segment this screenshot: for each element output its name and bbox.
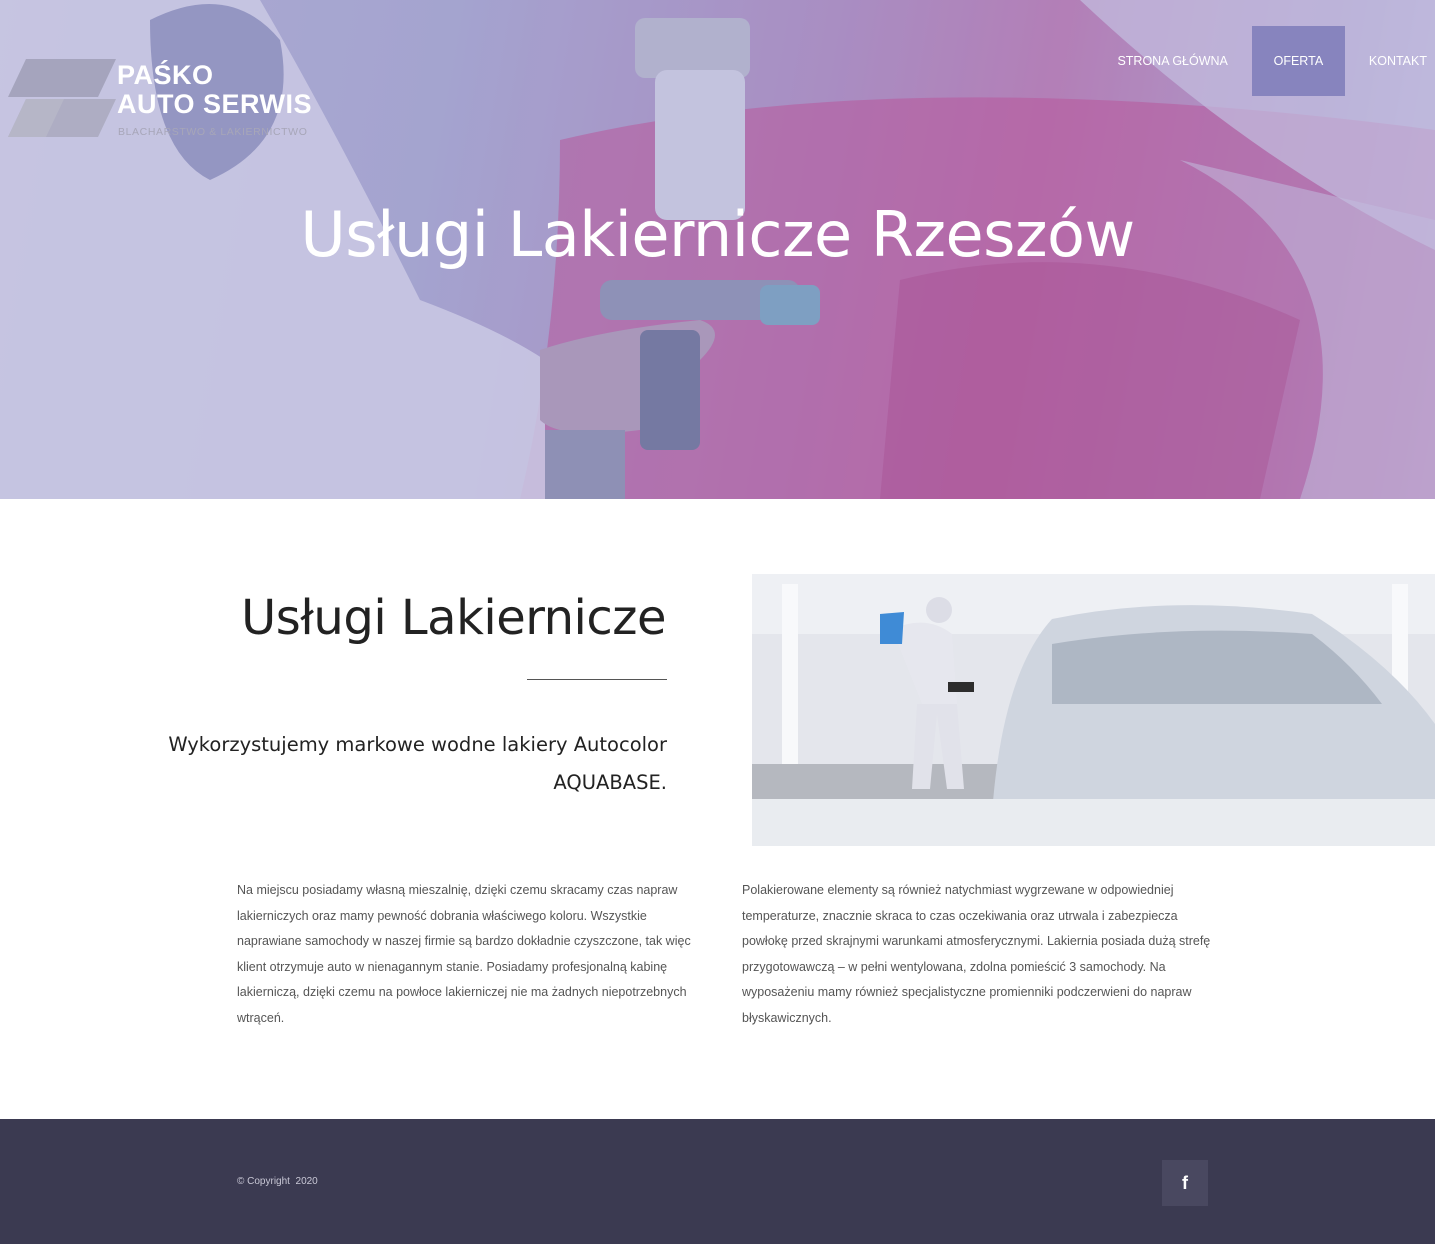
logo-mark-icon — [8, 59, 116, 137]
body-text-right: Polakierowane elementy są również natych… — [742, 883, 1211, 1025]
logo-tagline: BLACHARSTWO & LAKIERNICTWO — [118, 126, 308, 138]
section-lead: Wykorzystujemy markowe wodne lakiery Aut… — [168, 733, 667, 794]
logo-name-line2: AUTO SERWIS — [117, 89, 313, 119]
hero-title: Usługi Lakiernicze Rzeszów — [300, 198, 1135, 271]
paint-booth-photo — [752, 574, 1435, 846]
nav-item-contact[interactable]: KONTAKT — [1345, 26, 1435, 96]
nav-item-home[interactable]: STRONA GŁÓWNA — [1093, 26, 1251, 96]
nav-item-offer[interactable]: OFERTA — [1251, 26, 1345, 96]
facebook-icon: f — [1182, 1172, 1188, 1193]
main-nav: STRONA GŁÓWNA OFERTA KONTAKT — [1093, 26, 1435, 96]
facebook-button[interactable]: f — [1162, 1160, 1208, 1206]
footer: © Copyright 2020 f — [0, 1119, 1435, 1244]
section-title: Usługi Lakiernicze — [241, 590, 666, 646]
copyright-text: © Copyright 2020 — [237, 1176, 318, 1187]
body-text-left: Na miejscu posiadamy własną mieszalnię, … — [237, 883, 691, 1025]
title-divider — [527, 679, 667, 680]
site-logo[interactable]: PAŚKO AUTO SERWIS BLACHARSTWO & LAKIERNI… — [4, 55, 334, 145]
hero-banner: PAŚKO AUTO SERWIS BLACHARSTWO & LAKIERNI… — [0, 0, 1435, 499]
logo-name-line1: PAŚKO — [117, 60, 214, 90]
